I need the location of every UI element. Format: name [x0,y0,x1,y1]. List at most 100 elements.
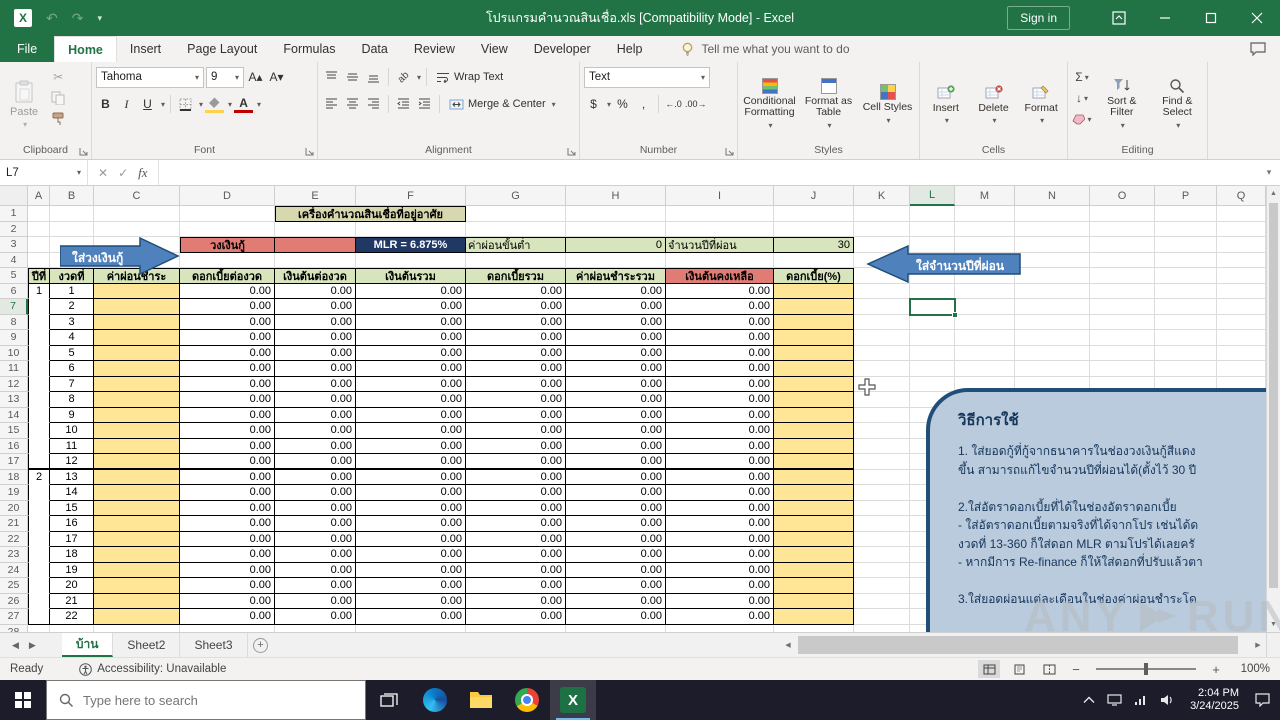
cell-C18[interactable] [94,469,180,485]
cell-A9[interactable] [28,330,50,346]
sheet-nav-left-icon[interactable]: ◀ [12,640,19,651]
cell-Q8[interactable] [1217,314,1266,330]
cell-H15[interactable]: 0.00 [566,423,666,439]
cell-I9[interactable]: 0.00 [666,330,774,346]
cell-J13[interactable] [774,392,854,408]
cell-H5[interactable]: ค่าผ่อนชำระรวม [566,268,666,284]
cell-H26[interactable]: 0.00 [566,593,666,609]
cell-I3[interactable]: จำนวนปีที่ผ่อน [666,237,774,253]
zoom-out-icon[interactable]: − [1068,662,1084,677]
column-header-C[interactable]: C [94,186,180,206]
cell-N3[interactable] [1015,237,1090,253]
cell-B9[interactable]: 4 [50,330,94,346]
spreadsheet-grid[interactable]: A B C D E F G H I J K L M N O P Q 1 เครื่องคำนวณสินเชื่อที… [0,186,1266,632]
cell-D3[interactable]: วงเงินกู้ [180,237,275,253]
cell-J18[interactable] [774,469,854,485]
column-header-G[interactable]: G [466,186,566,206]
cell-E21[interactable]: 0.00 [275,516,356,532]
cell-L9[interactable] [910,330,955,346]
row-header-13[interactable]: 13 [0,392,28,408]
cell-B8[interactable]: 3 [50,314,94,330]
cell-F14[interactable]: 0.00 [356,407,466,423]
cell-E7[interactable]: 0.00 [275,299,356,315]
cell-I20[interactable]: 0.00 [666,500,774,516]
cell-I22[interactable]: 0.00 [666,531,774,547]
fill-icon[interactable]: ↓ ▾ [1072,89,1092,107]
cell-H2[interactable] [566,221,666,237]
sheet-tab-Sheet2[interactable]: Sheet2 [113,633,181,657]
cell-E24[interactable]: 0.00 [275,562,356,578]
cell-Q6[interactable] [1217,283,1266,299]
cell-N11[interactable] [1015,361,1090,377]
insert-function-icon[interactable]: fx [138,165,147,181]
cell-J6[interactable] [774,283,854,299]
row-header-5[interactable]: 5 [0,268,28,284]
cell-H16[interactable]: 0.00 [566,438,666,454]
cell-I17[interactable]: 0.00 [666,454,774,470]
cell-K23[interactable] [854,547,910,563]
cell-P2[interactable] [1155,221,1217,237]
cell-N8[interactable] [1015,314,1090,330]
fill-handle[interactable] [952,312,958,318]
cell-B15[interactable]: 10 [50,423,94,439]
cell-Q5[interactable] [1217,268,1266,284]
cell-D2[interactable] [180,221,275,237]
cell-C26[interactable] [94,593,180,609]
formula-cancel-icon[interactable]: ✕ [98,166,108,180]
cell-C19[interactable] [94,485,180,501]
cell-J7[interactable] [774,299,854,315]
qat-customize-icon[interactable]: ▾ [97,13,102,24]
font-color-icon[interactable]: A [234,96,254,113]
cell-H28[interactable] [566,624,666,632]
cell-M11[interactable] [955,361,1015,377]
cell-E4[interactable] [275,252,356,268]
cell-J26[interactable] [774,593,854,609]
column-header-D[interactable]: D [180,186,275,206]
cell-K25[interactable] [854,578,910,594]
cell-F8[interactable]: 0.00 [356,314,466,330]
cell-C20[interactable] [94,500,180,516]
cell-E18[interactable]: 0.00 [275,469,356,485]
cell-E25[interactable]: 0.00 [275,578,356,594]
cell-A23[interactable] [28,547,50,563]
task-view-icon[interactable] [366,680,412,720]
cell-J19[interactable] [774,485,854,501]
cell-G12[interactable]: 0.00 [466,376,566,392]
cell-H11[interactable]: 0.00 [566,361,666,377]
cell-G10[interactable]: 0.00 [466,345,566,361]
cell-J22[interactable] [774,531,854,547]
percent-style-icon[interactable]: % [613,94,632,114]
cell-C16[interactable] [94,438,180,454]
cell-I8[interactable]: 0.00 [666,314,774,330]
cell-G24[interactable]: 0.00 [466,562,566,578]
cell-B21[interactable]: 16 [50,516,94,532]
decrease-indent-icon[interactable] [394,94,413,114]
cell-J17[interactable] [774,454,854,470]
row-header-16[interactable]: 16 [0,438,28,454]
cell-G3[interactable]: ค่าผ่อนขั้นต่ำ [466,237,566,253]
cell-G16[interactable]: 0.00 [466,438,566,454]
number-dialog-launcher[interactable] [724,146,735,157]
cell-O10[interactable] [1090,345,1155,361]
cell-F5[interactable]: เงินต้นรวม [356,268,466,284]
cell-C9[interactable] [94,330,180,346]
cell-I21[interactable]: 0.00 [666,516,774,532]
cell-H27[interactable]: 0.00 [566,609,666,625]
cell-E5[interactable]: เงินต้นต่องวด [275,268,356,284]
cell-A10[interactable] [28,345,50,361]
row-header-6[interactable]: 6 [0,283,28,299]
cell-I6[interactable]: 0.00 [666,283,774,299]
ribbon-tab-file[interactable]: File [0,36,55,62]
cell-P1[interactable] [1155,206,1217,222]
cell-I28[interactable] [666,624,774,632]
cell-N1[interactable] [1015,206,1090,222]
cell-E11[interactable]: 0.00 [275,361,356,377]
page-layout-view-icon[interactable] [1008,660,1030,678]
cell-H17[interactable]: 0.00 [566,454,666,470]
cell-J16[interactable] [774,438,854,454]
cell-Q11[interactable] [1217,361,1266,377]
insert-cells-button[interactable]: Insert ▾ [924,65,968,144]
cell-A16[interactable] [28,438,50,454]
cell-N2[interactable] [1015,221,1090,237]
cell-D1[interactable] [180,206,275,222]
